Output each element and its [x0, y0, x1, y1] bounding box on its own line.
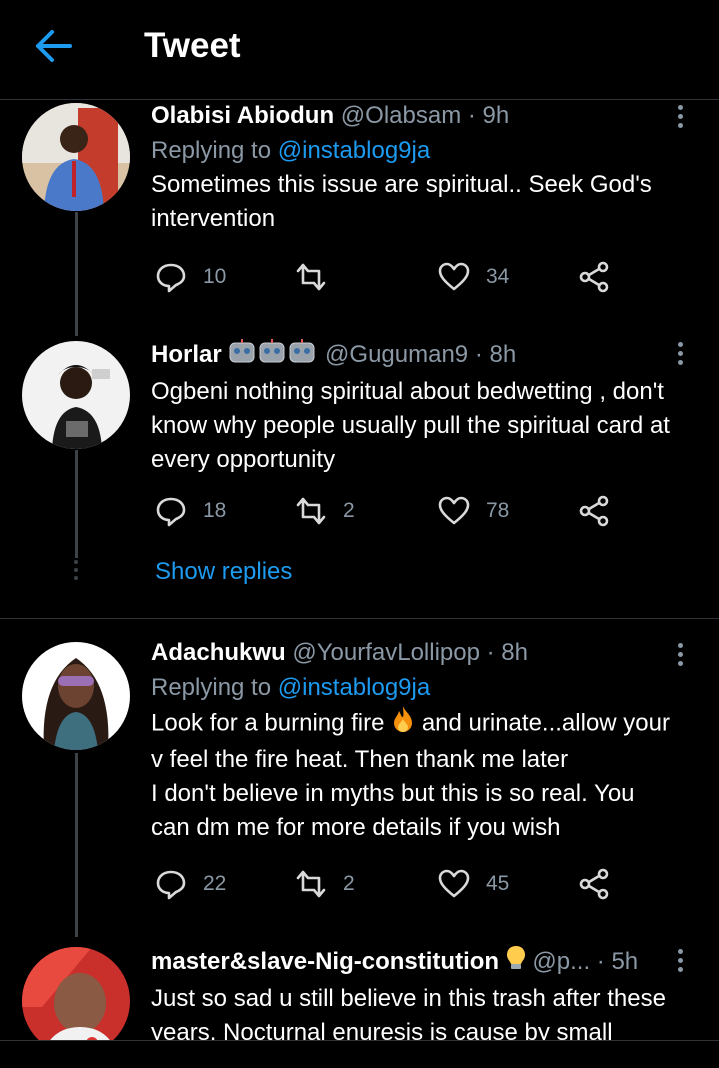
avatar[interactable] — [22, 103, 130, 211]
username[interactable]: @p... — [532, 948, 590, 975]
reply-tweet[interactable]: Horlar @Guguman9 · 8h Ogbeni nothing spi… — [0, 338, 719, 558]
avatar[interactable] — [22, 642, 130, 750]
retweet-count: 2 — [343, 872, 355, 895]
heart-icon — [438, 496, 470, 525]
timestamp: · 8h — [474, 340, 517, 368]
back-button[interactable] — [34, 28, 74, 64]
timestamp: · 9h — [467, 102, 510, 129]
light-bulb-emoji-icon — [506, 945, 526, 980]
profile-photo — [22, 341, 130, 449]
reply-icon — [156, 870, 186, 900]
tweet-meta: master&slave-Nig-constitution @p... · 5h — [151, 945, 697, 980]
like-button[interactable]: 34 — [438, 259, 509, 295]
reply-button[interactable]: 22 — [155, 866, 226, 902]
reply-icon — [156, 497, 186, 527]
retweet-button[interactable] — [295, 259, 343, 295]
tweet-meta: Olabisi Abiodun @Olabsam · 9h — [151, 100, 697, 132]
retweet-icon — [296, 263, 326, 291]
more-options-icon[interactable] — [677, 105, 685, 132]
top-app-bar: Tweet — [0, 0, 719, 100]
timestamp: · 8h — [486, 639, 528, 666]
tweet-text: Sometimes this issue are spiritual.. See… — [151, 171, 652, 232]
share-icon — [579, 868, 609, 900]
username[interactable]: @Olabsam — [341, 102, 461, 129]
display-name[interactable]: Horlar — [151, 341, 222, 368]
tweet-actions: 18 2 78 — [155, 493, 625, 529]
divider — [0, 618, 719, 619]
avatar[interactable] — [22, 947, 130, 1040]
display-name[interactable]: Olabisi Abiodun — [151, 102, 334, 129]
reply-count: 22 — [203, 872, 227, 895]
tweet-text: Look for a burning fire and urinate...al… — [151, 705, 697, 845]
bottom-divider — [0, 1040, 719, 1041]
mention-link[interactable]: @instablog9ja — [278, 674, 430, 701]
reply-tweet[interactable]: Adachukwu @YourfavLollipop · 8h Replying… — [0, 637, 719, 937]
tweet-actions: 10 34 — [155, 259, 625, 295]
retweet-button[interactable]: 2 — [295, 493, 355, 529]
share-button[interactable] — [579, 493, 611, 529]
share-button[interactable] — [579, 866, 611, 902]
retweet-count: 2 — [343, 499, 355, 522]
tweet-meta: Horlar @Guguman9 · 8h — [151, 338, 697, 373]
robot-emoji-icon — [228, 338, 318, 373]
tweet-meta: Adachukwu @YourfavLollipop · 8h — [151, 637, 697, 669]
like-button[interactable]: 45 — [438, 866, 509, 902]
thread-line — [75, 212, 78, 336]
replying-to: Replying to @instablog9ja — [151, 674, 431, 701]
heart-icon — [438, 869, 470, 898]
show-replies-link[interactable]: Show replies — [155, 558, 292, 586]
tweet-text: Just so sad u still believe in this tras… — [151, 985, 666, 1040]
retweet-icon — [296, 870, 326, 898]
share-icon — [579, 495, 609, 527]
retweet-icon — [296, 497, 326, 525]
like-button[interactable]: 78 — [438, 493, 509, 529]
username[interactable]: @Guguman9 — [325, 341, 468, 368]
thread-line — [75, 450, 78, 558]
reply-count: 18 — [203, 499, 227, 522]
more-options-icon[interactable] — [677, 949, 685, 976]
page-title: Tweet — [144, 26, 241, 65]
mention-link[interactable]: @instablog9ja — [278, 137, 430, 164]
reply-tweet[interactable]: master&slave-Nig-constitution @p... · 5h… — [0, 945, 719, 1040]
back-arrow-icon — [36, 30, 72, 62]
tweet-text: Ogbeni nothing spiritual about bedwettin… — [151, 378, 670, 473]
more-options-icon[interactable] — [677, 342, 685, 369]
username[interactable]: @YourfavLollipop — [292, 639, 480, 666]
thread-dots — [74, 560, 79, 584]
display-name[interactable]: master&slave-Nig-constitution — [151, 948, 499, 975]
retweet-button[interactable]: 2 — [295, 866, 355, 902]
avatar[interactable] — [22, 341, 130, 449]
share-button[interactable] — [579, 259, 611, 295]
reply-button[interactable]: 10 — [155, 259, 226, 295]
reply-button[interactable]: 18 — [155, 493, 226, 529]
like-count: 78 — [486, 499, 510, 522]
display-name[interactable]: Adachukwu — [151, 639, 286, 666]
share-icon — [579, 261, 609, 293]
profile-photo — [22, 642, 130, 750]
heart-icon — [438, 262, 470, 291]
like-count: 34 — [486, 265, 510, 288]
replying-to: Replying to @instablog9ja — [151, 137, 431, 164]
reply-count: 10 — [203, 265, 227, 288]
profile-photo — [22, 947, 130, 1040]
more-options-icon[interactable] — [677, 643, 685, 670]
tweet-actions: 22 2 45 — [155, 866, 625, 902]
profile-photo — [22, 103, 130, 211]
reply-tweet[interactable]: Olabisi Abiodun @Olabsam · 9h Replying t… — [0, 100, 719, 336]
fire-emoji-icon — [391, 705, 415, 743]
reply-icon — [156, 263, 186, 293]
timestamp: · 5h — [596, 947, 639, 975]
like-count: 45 — [486, 872, 510, 895]
thread-line — [75, 753, 78, 937]
